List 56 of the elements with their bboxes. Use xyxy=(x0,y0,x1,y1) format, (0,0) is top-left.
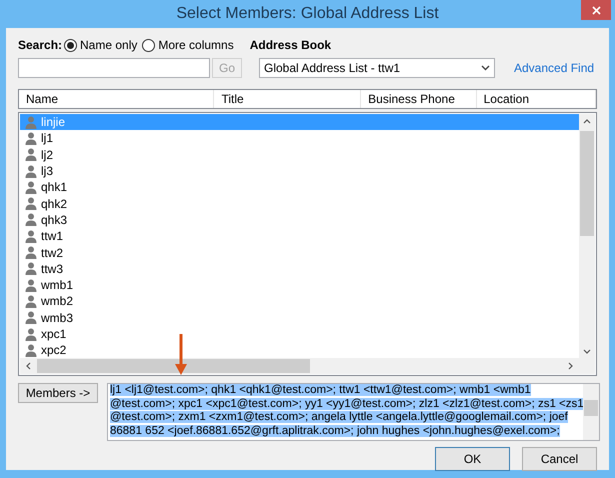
list-row[interactable]: ttw3 xyxy=(20,260,579,277)
person-icon xyxy=(25,230,37,243)
search-field[interactable] xyxy=(18,58,210,78)
person-icon xyxy=(25,180,37,194)
list-row[interactable]: qhk3 xyxy=(20,212,579,228)
person-icon xyxy=(25,197,37,210)
close-button[interactable] xyxy=(581,0,611,20)
chevron-down-icon[interactable] xyxy=(583,349,591,354)
list-row[interactable]: ttw2 xyxy=(20,244,579,261)
chevron-right-icon[interactable] xyxy=(568,362,573,370)
list-row[interactable]: xpc1 xyxy=(20,326,579,342)
column-header[interactable]: Business Phone xyxy=(361,90,477,108)
list-row[interactable]: lj1 xyxy=(20,130,579,147)
chevron-up-icon[interactable] xyxy=(583,119,591,124)
person-icon xyxy=(25,344,37,357)
vertical-scrollbar[interactable] xyxy=(583,384,599,440)
vertical-scrollbar[interactable] xyxy=(579,114,595,359)
person-icon xyxy=(25,148,37,162)
person-icon xyxy=(25,246,37,260)
list-row[interactable]: lj2 xyxy=(20,146,579,163)
list-row[interactable]: ttw1 xyxy=(20,228,579,244)
list-row[interactable]: wmb2 xyxy=(20,293,579,310)
person-icon xyxy=(25,262,37,276)
list-row[interactable]: wmb1 xyxy=(20,276,579,294)
chevron-down-icon xyxy=(481,65,490,71)
list-row[interactable]: qhk1 xyxy=(20,179,579,196)
list-row[interactable]: wmb3 xyxy=(20,310,579,326)
members-field[interactable] xyxy=(107,383,600,441)
list-row[interactable]: qhk2 xyxy=(20,195,579,212)
list-row[interactable]: lj3 xyxy=(20,162,579,180)
person-icon xyxy=(25,328,37,340)
column-header[interactable]: Name xyxy=(19,90,214,108)
column-header[interactable]: Title xyxy=(214,90,362,108)
dialog-button[interactable]: OK xyxy=(435,447,510,471)
horizontal-scrollbar[interactable] xyxy=(20,358,595,374)
members-button[interactable]: Members -> xyxy=(18,383,98,403)
advanced-find-link[interactable]: Advanced Find xyxy=(514,59,594,77)
address-book-dropdown[interactable]: Global Address List - ttw1 xyxy=(259,58,495,78)
search-label: Search: xyxy=(18,37,64,54)
window-title: Select Members: Global Address List xyxy=(176,4,439,24)
radio-option[interactable]: Name only xyxy=(64,36,138,54)
person-icon xyxy=(25,132,37,145)
person-icon xyxy=(25,311,37,324)
person-icon xyxy=(25,213,37,226)
person-icon xyxy=(25,164,37,178)
chevron-left-icon[interactable] xyxy=(26,362,31,370)
arrow-icon xyxy=(174,333,188,376)
list-row[interactable]: xpc2 xyxy=(20,342,579,358)
column-header[interactable]: Location xyxy=(476,90,596,108)
address-book-label: Address Book xyxy=(250,37,332,54)
dialog-button[interactable]: Cancel xyxy=(522,447,597,471)
person-icon xyxy=(25,294,37,308)
person-icon xyxy=(25,278,37,292)
radio-option[interactable]: More columns xyxy=(142,36,234,54)
close-icon xyxy=(592,6,600,14)
person-icon xyxy=(25,116,37,129)
